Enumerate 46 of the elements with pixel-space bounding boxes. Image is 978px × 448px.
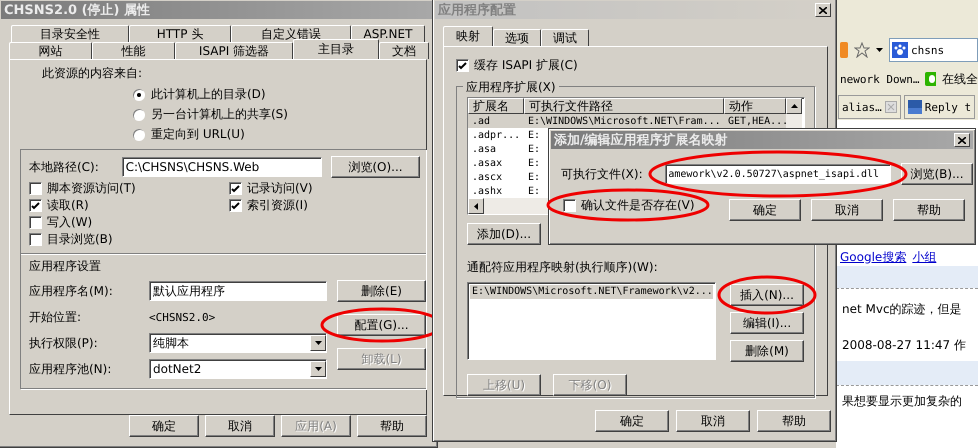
checkbox-label: 目录浏览(B) — [47, 231, 113, 248]
post-text: net Mvc的踪迹，但是 — [841, 300, 963, 318]
section-label: 通配符应用程序映射(执行顺序)(W): — [467, 259, 659, 276]
window-title: 添加/编辑应用程序扩展名映射 — [554, 132, 728, 149]
field-label: 执行权限(P): — [29, 334, 99, 352]
table-cell: .asa — [472, 142, 496, 156]
table-cell: .asax — [472, 156, 502, 170]
table-cell: .adpr... — [472, 128, 520, 142]
search-text: chsns — [911, 44, 944, 56]
field-label: 应用程序名(M): — [29, 282, 114, 300]
checkbox-label: 缓存 ISAPI 扩展(C) — [474, 57, 578, 74]
checkbox-label: 确认文件是否存在(V) — [581, 197, 695, 214]
table-cell: .ad — [472, 114, 490, 128]
table-cell: E: — [528, 184, 540, 198]
section-label: 此资源的内容来自: — [42, 65, 144, 82]
radio-label: 此计算机上的目录(D) — [151, 86, 266, 103]
field-label: 开始位置: — [29, 308, 82, 326]
section-label: 应用程序设置 — [29, 258, 102, 275]
table-cell: E: — [528, 142, 540, 156]
dropdown-value: 纯脚本 — [153, 334, 189, 352]
table-cell: .ashx — [472, 184, 502, 198]
checkbox-label: 写入(W) — [47, 214, 92, 231]
table-cell: E: — [528, 170, 540, 184]
window-title: 应用程序配置 — [438, 2, 516, 19]
checkbox-label: 脚本资源访问(T) — [47, 180, 136, 197]
checkbox-label: 记录访问(V) — [247, 180, 313, 197]
post-meta: 2008-08-27 11:47 作 — [841, 336, 967, 354]
start-point-value: <CHSNS2.0> — [149, 310, 216, 324]
dropdown-value: dotNet2 — [153, 362, 202, 376]
tab-title: Reply t — [924, 100, 972, 114]
field-label: 本地路径(C): — [29, 158, 100, 176]
table-cell: E: — [528, 128, 540, 142]
table-cell: E:\WINDOWS\Microsoft.NET\Fram... — [528, 114, 721, 128]
checkbox-label: 读取(R) — [47, 197, 89, 214]
field-label: 可执行文件(X): — [561, 166, 644, 182]
window-title: CHSNS2.0 (停止) 属性 — [4, 2, 150, 19]
field-label: 应用程序池(N): — [29, 360, 112, 378]
radio-label: 重定向到 URL(U) — [151, 126, 245, 143]
group-label: 应用程序扩展(X) — [463, 79, 559, 96]
radio-label: 另一台计算机上的共享(S) — [151, 106, 288, 123]
checkbox-label: 索引资源(I) — [247, 197, 308, 214]
table-cell: E: — [528, 156, 540, 170]
post-text: 果想要显示更加复杂的 — [841, 392, 963, 410]
table-cell: .ascx — [472, 170, 502, 184]
tab-title: alias… — [842, 100, 882, 114]
table-cell: GET,HEA... — [728, 114, 788, 128]
